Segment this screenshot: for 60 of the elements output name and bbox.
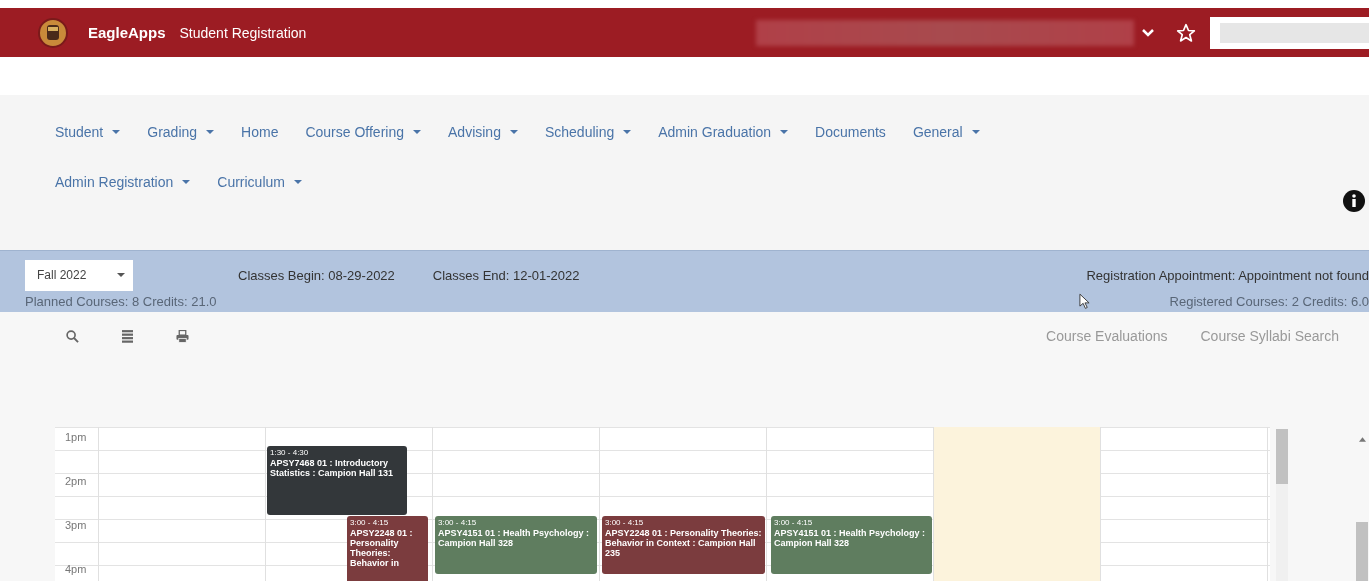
nav-menu-item[interactable]: Advising (448, 107, 518, 157)
caret-icon (780, 130, 789, 134)
event-time: 1:30 - 4:30 (270, 448, 310, 458)
info-icon[interactable] (1343, 190, 1365, 212)
nav-menu-item[interactable]: Documents (815, 107, 886, 157)
app-title: Student Registration (179, 24, 307, 41)
event-time: 3:00 - 4:15 (438, 518, 478, 528)
nav-menu-item[interactable]: Home (241, 107, 279, 157)
caret-icon (413, 130, 421, 134)
classes-begin-text: Classes Begin: 08-29-2022 (238, 267, 395, 283)
caret-icon (293, 180, 302, 184)
scroll-up-icon[interactable] (1358, 437, 1366, 442)
nav-menu-item[interactable]: Admin Registration (55, 157, 191, 207)
nav-menu-item[interactable]: Curriculum (217, 157, 302, 207)
caret-icon (623, 130, 632, 134)
planned-courses-text: Planned Courses: 8 Credits: 21.0 (25, 293, 217, 309)
toolbar-link[interactable]: Course Evaluations (1046, 328, 1168, 344)
appointment-text: Registration Appointment: Appointment not found (1086, 267, 1369, 283)
hour-label: 4pm (65, 563, 87, 575)
caret-icon (971, 130, 980, 134)
nav-menu-item[interactable]: Admin Graduation (658, 107, 789, 157)
star-icon[interactable] (1176, 22, 1197, 43)
calendar-event[interactable]: 3:00 - 4:15 APSY2248 01 : Personality Theories: Behavior in (347, 516, 428, 581)
caret-icon (112, 130, 121, 134)
classes-end-text: Classes End: 12-01-2022 (432, 267, 580, 283)
nav-menu-item[interactable]: Student (55, 107, 121, 157)
hour-label: 3pm (65, 519, 87, 531)
caret-icon (182, 180, 191, 184)
toolbar-link[interactable]: Course Syllabi Search (1200, 328, 1339, 344)
event-time: 3:00 - 4:15 (774, 518, 814, 528)
calendar-event[interactable]: 3:00 - 4:15 APSY4151 01 : Health Psychology : Campion Hall 328 (435, 516, 597, 574)
registered-courses-text: Registered Courses: 2 Credits: 6.0 (1169, 293, 1369, 309)
search-field[interactable] (1210, 16, 1369, 49)
term-select[interactable]: Fall 2022 (25, 259, 133, 291)
calendar-event[interactable]: 3:00 - 4:15 APSY2248 01 : Personality Theories: Behavior in Context : Campion Hall 235 (602, 516, 765, 574)
nav-menu-item[interactable]: Course Offering (305, 107, 421, 157)
nav-menu-item[interactable]: Grading (147, 107, 215, 157)
nav-menu-item[interactable]: General (912, 107, 980, 157)
list-icon[interactable] (122, 329, 133, 343)
scrollbar[interactable] (1276, 429, 1288, 581)
print-icon[interactable] (176, 329, 189, 343)
event-time: 3:00 - 4:15 (605, 518, 645, 528)
hour-label: 1pm (65, 431, 87, 443)
event-title: APSY4151 01 : Health Psychology : Campion Hall 328 (774, 528, 927, 548)
brand-name[interactable]: EagleApps (88, 24, 166, 41)
event-title: APSY2248 01 : Personality Theories: Behavior in Context : Campion Hall 235 (605, 528, 762, 558)
event-title: APSY2248 01 : Personality Theories: Behavior in (350, 528, 414, 568)
search-icon[interactable] (66, 329, 79, 343)
calendar-event[interactable]: 3:00 - 4:15 APSY4151 01 : Health Psychology : Campion Hall 328 (771, 516, 932, 574)
nav-menu-item[interactable]: Scheduling (544, 107, 632, 157)
shield-logo-icon (38, 17, 68, 48)
event-title: APSY4151 01 : Health Psychology : Campion Hall 328 (438, 528, 591, 548)
chevron-down-icon[interactable] (1142, 27, 1155, 38)
event-title: APSY7468 01 : Introductory Statistics : Campion Hall 131 (270, 458, 395, 478)
calendar-event[interactable]: 1:30 - 4:30 APSY7468 01 : Introductory Statistics : Campion Hall 131 (267, 446, 407, 515)
caret-icon (509, 130, 518, 134)
hour-label: 2pm (65, 475, 87, 487)
mouse-pointer-icon (1078, 292, 1090, 310)
event-time: 3:00 - 4:15 (350, 518, 390, 528)
caret-icon (206, 130, 215, 134)
